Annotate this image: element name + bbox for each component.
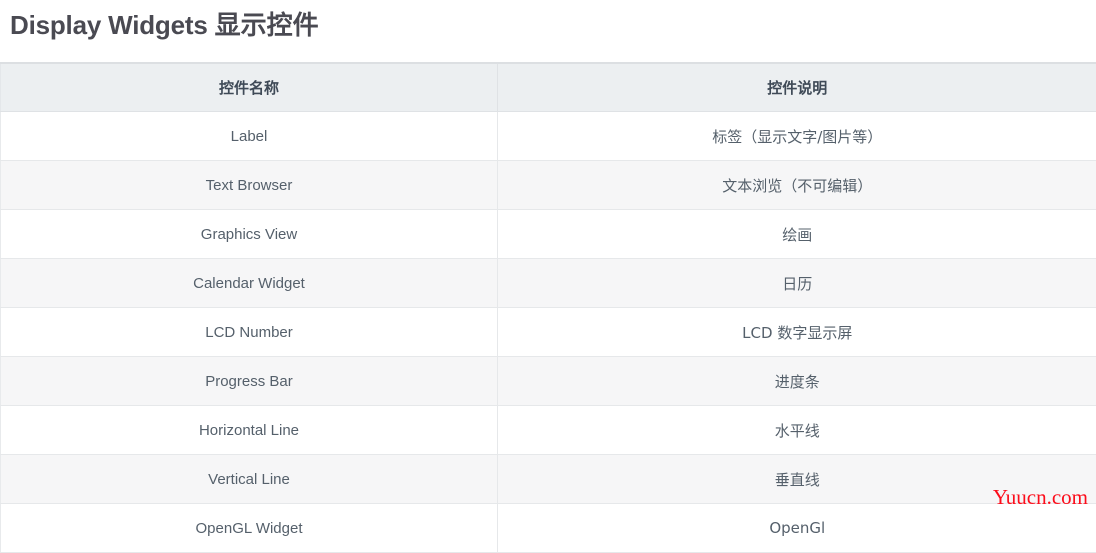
- cell-widget-name: Graphics View: [0, 209, 498, 259]
- table-body: Label 标签（显示文字/图片等） Text Browser 文本浏览（不可编辑） G…: [0, 111, 1096, 553]
- column-header-widget-description: 控件说明: [497, 62, 1096, 112]
- table-row: Label 标签（显示文字/图片等）: [0, 111, 1096, 161]
- cell-widget-name: OpenGL Widget: [0, 503, 498, 553]
- page-title-cjk: 显示控件: [214, 11, 319, 41]
- cell-widget-name: LCD Number: [0, 307, 498, 357]
- cell-widget-description: 垂直线: [497, 454, 1096, 504]
- page-title-en: Display Widgets: [10, 10, 208, 40]
- table-row: Horizontal Line 水平线: [0, 405, 1096, 455]
- cell-widget-name: Progress Bar: [0, 356, 498, 406]
- cell-widget-name: Vertical Line: [0, 454, 498, 504]
- table-row: Vertical Line 垂直线: [0, 454, 1096, 504]
- table-row: Progress Bar 进度条: [0, 356, 1096, 406]
- table-row: LCD Number LCD 数字显示屏: [0, 307, 1096, 357]
- table-header-row: 控件名称 控件说明: [0, 62, 1096, 112]
- display-widgets-table: 控件名称 控件说明 Label 标签（显示文字/图片等） Text Browser 文…: [0, 62, 1096, 553]
- widget-table-container: 控件名称 控件说明 Label 标签（显示文字/图片等） Text Browser 文…: [0, 62, 1096, 553]
- table-header: 控件名称 控件说明: [0, 62, 1096, 112]
- cell-widget-description: 日历: [497, 258, 1096, 308]
- column-header-widget-name: 控件名称: [0, 62, 498, 112]
- table-row: Graphics View 绘画: [0, 209, 1096, 259]
- table-row: Text Browser 文本浏览（不可编辑）: [0, 160, 1096, 210]
- cell-widget-description: 文本浏览（不可编辑）: [497, 160, 1096, 210]
- table-row: Calendar Widget 日历: [0, 258, 1096, 308]
- cell-widget-description: 绘画: [497, 209, 1096, 259]
- cell-widget-name: Label: [0, 111, 498, 161]
- cell-widget-name: Text Browser: [0, 160, 498, 210]
- cell-widget-description: 标签（显示文字/图片等）: [497, 111, 1096, 161]
- cell-widget-description: 进度条: [497, 356, 1096, 406]
- cell-widget-description: 水平线: [497, 405, 1096, 455]
- cell-widget-description: OpenGl: [497, 503, 1096, 553]
- page-title: Display Widgets 显示控件: [0, 0, 1096, 43]
- cell-widget-name: Horizontal Line: [0, 405, 498, 455]
- table-row: OpenGL Widget OpenGl: [0, 503, 1096, 553]
- cell-widget-name: Calendar Widget: [0, 258, 498, 308]
- cell-widget-description: LCD 数字显示屏: [497, 307, 1096, 357]
